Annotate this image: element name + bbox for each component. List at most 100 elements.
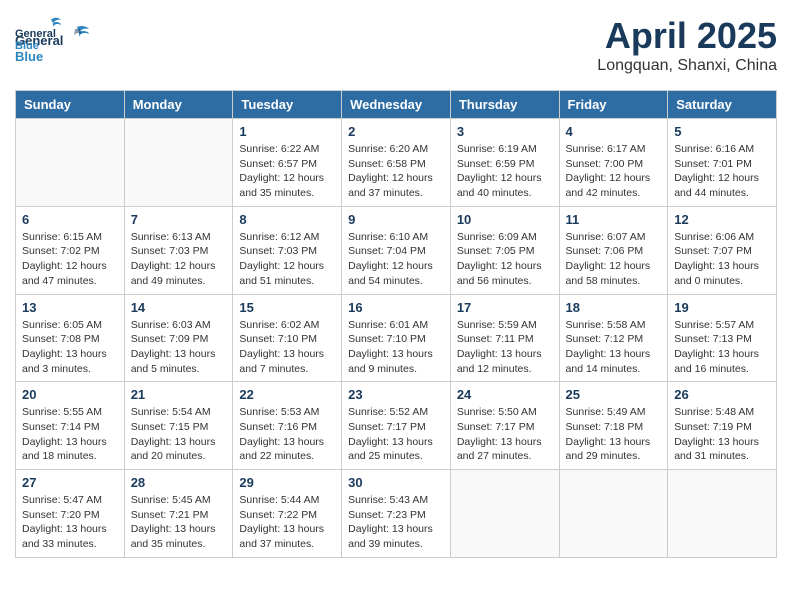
table-row: 11 Sunrise: 6:07 AM Sunset: 7:06 PM Dayli… [559,206,668,294]
header-monday: Monday [124,91,233,119]
table-row: 12Sunrise: 6:06 AM Sunset: 7:07 PM Dayli… [668,206,777,294]
table-row: 2 Sunrise: 6:20 AM Sunset: 6:58 PM Daylig… [342,119,451,207]
day-number: 15 [239,300,335,315]
day-info: Sunrise: 6:20 AM Sunset: 6:58 PM Dayligh… [348,142,444,201]
page-header: General Blue General Blue April 2025 Lon… [15,15,777,80]
table-row [668,470,777,558]
header-tuesday: Tuesday [233,91,342,119]
table-row: 15 Sunrise: 6:02 AM Sunset: 7:10 PM Dayli… [233,294,342,382]
day-number: 13 [22,300,118,315]
table-row: 14 Sunrise: 6:03 AM Sunset: 7:09 PM Dayli… [124,294,233,382]
table-row: 17Sunrise: 5:59 AM Sunset: 7:11 PM Dayli… [450,294,559,382]
table-row: 24 Sunrise: 5:50 AM Sunset: 7:17 PM Dayli… [450,382,559,470]
calendar-header-row: Sunday Monday Tuesday Wednesday Thursday… [16,91,777,119]
day-number: 25 [566,387,662,402]
day-number: 18 [566,300,662,315]
table-row: 27Sunrise: 5:47 AM Sunset: 7:20 PM Dayli… [16,470,125,558]
day-info: Sunrise: 5:43 AM Sunset: 7:23 PM Dayligh… [348,493,444,552]
day-info: Sunrise: 6:19 AM Sunset: 6:59 PM Dayligh… [457,142,553,201]
day-info: Sunrise: 6:01 AM Sunset: 7:10 PM Dayligh… [348,318,444,377]
day-info: Sunrise: 5:45 AM Sunset: 7:21 PM Dayligh… [131,493,227,552]
table-row: 13 Sunrise: 6:05 AM Sunset: 7:08 PM Dayli… [16,294,125,382]
table-row: 20Sunrise: 5:55 AM Sunset: 7:14 PM Dayli… [16,382,125,470]
day-number: 28 [131,475,227,490]
day-info: Sunrise: 6:05 AM Sunset: 7:08 PM Dayligh… [22,318,118,377]
day-number: 11 [566,212,662,227]
day-number: 1 [239,124,335,139]
table-row [450,470,559,558]
day-number: 29 [239,475,335,490]
day-info: Sunrise: 6:12 AM Sunset: 7:03 PM Dayligh… [239,230,335,289]
day-number: 10 [457,212,553,227]
table-row: 5 Sunrise: 6:16 AM Sunset: 7:01 PM Daylig… [668,119,777,207]
day-number: 20 [22,387,118,402]
day-info: Sunrise: 5:49 AM Sunset: 7:18 PM Dayligh… [566,405,662,464]
table-row: 29 Sunrise: 5:44 AM Sunset: 7:22 PM Dayli… [233,470,342,558]
day-info: Sunrise: 5:48 AM Sunset: 7:19 PM Dayligh… [674,405,770,464]
day-info: Sunrise: 5:53 AM Sunset: 7:16 PM Dayligh… [239,405,335,464]
calendar-week-row: 13 Sunrise: 6:05 AM Sunset: 7:08 PM Dayli… [16,294,777,382]
day-number: 19 [674,300,770,315]
logo: General Blue General Blue [15,15,95,80]
table-row: 21 Sunrise: 5:54 AM Sunset: 7:15 PM Dayli… [124,382,233,470]
day-number: 6 [22,212,118,227]
table-row: 19Sunrise: 5:57 AM Sunset: 7:13 PM Dayli… [668,294,777,382]
table-row: 4 Sunrise: 6:17 AM Sunset: 7:00 PM Daylig… [559,119,668,207]
table-row: 9 Sunrise: 6:10 AM Sunset: 7:04 PM Daylig… [342,206,451,294]
calendar-week-row: 20Sunrise: 5:55 AM Sunset: 7:14 PM Dayli… [16,382,777,470]
svg-text:Blue: Blue [15,40,39,52]
day-info: Sunrise: 6:16 AM Sunset: 7:01 PM Dayligh… [674,142,770,201]
day-info: Sunrise: 6:13 AM Sunset: 7:03 PM Dayligh… [131,230,227,289]
day-info: Sunrise: 6:22 AM Sunset: 6:57 PM Dayligh… [239,142,335,201]
month-title: April 2025 [597,15,777,57]
table-row: 28 Sunrise: 5:45 AM Sunset: 7:21 PM Dayli… [124,470,233,558]
title-block: April 2025 Longquan, Shanxi, China [597,15,777,75]
day-info: Sunrise: 6:06 AM Sunset: 7:07 PM Dayligh… [674,230,770,289]
day-number: 23 [348,387,444,402]
day-number: 9 [348,212,444,227]
day-number: 2 [348,124,444,139]
day-number: 24 [457,387,553,402]
table-row: 7 Sunrise: 6:13 AM Sunset: 7:03 PM Daylig… [124,206,233,294]
day-info: Sunrise: 5:47 AM Sunset: 7:20 PM Dayligh… [22,493,118,552]
day-number: 7 [131,212,227,227]
day-info: Sunrise: 5:59 AM Sunset: 7:11 PM Dayligh… [457,318,553,377]
day-number: 5 [674,124,770,139]
day-info: Sunrise: 6:15 AM Sunset: 7:02 PM Dayligh… [22,230,118,289]
table-row: 18 Sunrise: 5:58 AM Sunset: 7:12 PM Dayli… [559,294,668,382]
day-number: 22 [239,387,335,402]
day-number: 21 [131,387,227,402]
day-info: Sunrise: 6:03 AM Sunset: 7:09 PM Dayligh… [131,318,227,377]
calendar-week-row: 27Sunrise: 5:47 AM Sunset: 7:20 PM Dayli… [16,470,777,558]
table-row: 23 Sunrise: 5:52 AM Sunset: 7:17 PM Dayli… [342,382,451,470]
day-info: Sunrise: 6:09 AM Sunset: 7:05 PM Dayligh… [457,230,553,289]
day-info: Sunrise: 5:44 AM Sunset: 7:22 PM Dayligh… [239,493,335,552]
header-wednesday: Wednesday [342,91,451,119]
calendar-week-row: 6 Sunrise: 6:15 AM Sunset: 7:02 PM Daylig… [16,206,777,294]
day-info: Sunrise: 6:17 AM Sunset: 7:00 PM Dayligh… [566,142,662,201]
day-number: 14 [131,300,227,315]
table-row: 16 Sunrise: 6:01 AM Sunset: 7:10 PM Dayli… [342,294,451,382]
logo-bird-icon: General Blue [15,15,63,55]
table-row: 1 Sunrise: 6:22 AM Sunset: 6:57 PM Daylig… [233,119,342,207]
table-row: 8 Sunrise: 6:12 AM Sunset: 7:03 PM Daylig… [233,206,342,294]
day-info: Sunrise: 6:07 AM Sunset: 7:06 PM Dayligh… [566,230,662,289]
header-friday: Friday [559,91,668,119]
table-row: 30 Sunrise: 5:43 AM Sunset: 7:23 PM Dayli… [342,470,451,558]
day-number: 16 [348,300,444,315]
day-info: Sunrise: 6:02 AM Sunset: 7:10 PM Dayligh… [239,318,335,377]
day-number: 8 [239,212,335,227]
header-thursday: Thursday [450,91,559,119]
day-info: Sunrise: 5:52 AM Sunset: 7:17 PM Dayligh… [348,405,444,464]
day-info: Sunrise: 5:50 AM Sunset: 7:17 PM Dayligh… [457,405,553,464]
day-number: 30 [348,475,444,490]
table-row: 3Sunrise: 6:19 AM Sunset: 6:59 PM Daylig… [450,119,559,207]
day-info: Sunrise: 5:54 AM Sunset: 7:15 PM Dayligh… [131,405,227,464]
day-number: 4 [566,124,662,139]
table-row: 10 Sunrise: 6:09 AM Sunset: 7:05 PM Dayli… [450,206,559,294]
day-info: Sunrise: 6:10 AM Sunset: 7:04 PM Dayligh… [348,230,444,289]
location: Longquan, Shanxi, China [597,57,777,75]
table-row [559,470,668,558]
table-row [124,119,233,207]
day-info: Sunrise: 5:58 AM Sunset: 7:12 PM Dayligh… [566,318,662,377]
